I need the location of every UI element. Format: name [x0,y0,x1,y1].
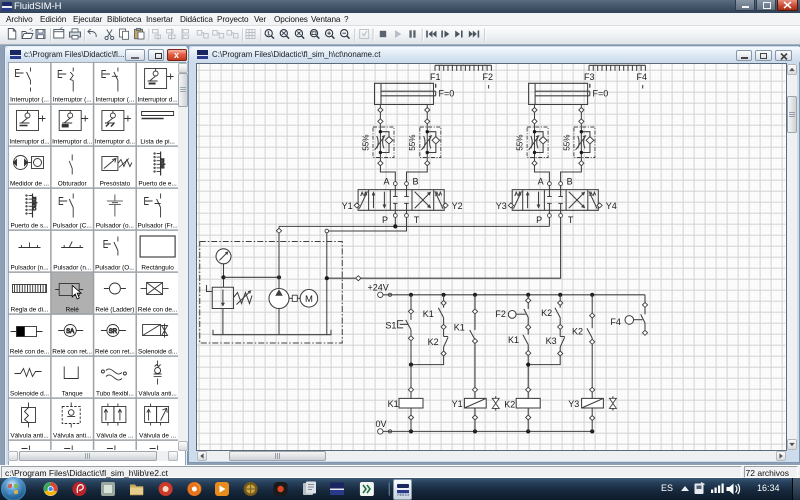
svg-text:F4: F4 [637,72,648,82]
svg-text:P: P [536,215,542,225]
svg-text:Output: Output [32,196,37,210]
svg-text:Relé con ret...: Relé con ret... [52,349,92,356]
svg-text:K2: K2 [541,308,552,318]
svg-text:F=0: F=0 [439,88,455,98]
svg-text:T: T [568,215,574,225]
svg-text:F2: F2 [495,309,506,319]
svg-text:Válvula de ...: Válvula de ... [96,433,133,440]
svg-text:Válvula anti...: Válvula anti... [138,391,177,398]
svg-text:F3: F3 [584,72,595,82]
svg-text:M: M [305,293,313,304]
svg-text:Y1: Y1 [342,200,353,210]
svg-text:K1: K1 [454,322,465,332]
svg-text:F2: F2 [483,72,494,82]
svg-text:55%: 55% [516,134,525,150]
svg-text:K2: K2 [504,399,515,409]
svg-text:Interruptor d...: Interruptor d... [95,139,135,146]
svg-text:Pulsador (Fr...: Pulsador (Fr... [138,223,178,230]
svg-text:Puerto de s...: Puerto de s... [10,223,48,230]
svg-text:Y3: Y3 [568,399,579,409]
svg-text:Tubo flexibl...: Tubo flexibl... [96,391,134,398]
svg-text:Pulsador (n...: Pulsador (n... [10,265,48,272]
svg-text:SR: SR [109,329,118,335]
svg-text:Relé (Ladder): Relé (Ladder) [95,307,134,314]
svg-text:K3: K3 [546,335,557,345]
svg-text:Medidor de ...: Medidor de ... [10,181,49,188]
svg-text:F1: F1 [430,72,441,82]
svg-text:Válvula anti...: Válvula anti... [10,433,49,440]
svg-text:A: A [384,176,390,186]
svg-text:K1: K1 [423,309,434,319]
svg-text:Interruptor (...: Interruptor (... [96,97,135,104]
svg-text:Relé con ret...: Relé con ret... [95,349,135,356]
svg-text:Interruptor d...: Interruptor d... [9,139,49,146]
svg-text:B: B [413,176,419,186]
svg-text:S1: S1 [385,320,396,330]
svg-text:Y2: Y2 [452,200,463,210]
svg-text:Pulsador (C...: Pulsador (C... [53,223,92,230]
svg-text:Y1: Y1 [452,399,463,409]
svg-text:Relé con de...: Relé con de... [10,349,50,356]
svg-text:F=0: F=0 [593,88,609,98]
svg-text:Solenoide d...: Solenoide d... [10,391,49,398]
svg-text:Rectángulo: Rectángulo [141,265,174,272]
svg-text:Pulsador (O...: Pulsador (O... [95,265,135,272]
svg-text:F4: F4 [610,317,621,327]
svg-text:T: T [414,215,420,225]
svg-text:Pulsador (n...: Pulsador (n... [53,265,91,272]
svg-text:B: B [567,176,573,186]
svg-text:SA: SA [66,329,74,335]
svg-text:Tanque: Tanque [62,391,83,398]
svg-text:Lista de pi...: Lista de pi... [140,139,175,146]
svg-text:Interruptor d...: Interruptor d... [138,97,178,104]
svg-text:Y4: Y4 [606,200,617,210]
svg-text:A: A [538,176,544,186]
svg-text:Obturador: Obturador [58,181,88,188]
svg-text:Válvula de ...: Válvula de ... [139,433,176,440]
svg-text:Pulsador (o...: Pulsador (o... [96,223,134,230]
svg-text:K1: K1 [508,335,519,345]
svg-text:Solenoide d...: Solenoide d... [138,349,177,356]
svg-text:Puerto de e...: Puerto de e... [138,181,177,188]
svg-text:Relé: Relé [66,307,80,314]
svg-text:Relé con de...: Relé con de... [138,307,178,314]
svg-text:0V: 0V [376,419,387,429]
svg-text:55%: 55% [562,134,571,150]
svg-text:Interruptor d...: Interruptor d... [52,139,92,146]
svg-text:55%: 55% [361,134,370,150]
svg-text:K1: K1 [388,399,399,409]
svg-text:+24V: +24V [368,282,389,292]
svg-text:K2: K2 [428,337,439,347]
svg-text:Input: Input [160,158,165,169]
svg-text:Interruptor (...: Interruptor (... [10,97,49,104]
svg-text:Y3: Y3 [496,200,507,210]
svg-text:Regla de di...: Regla de di... [11,307,49,314]
svg-text:55%: 55% [408,134,417,150]
svg-text:Válvula anti...: Válvula anti... [53,433,92,440]
svg-text:P: P [382,215,388,225]
svg-text:Interruptor (...: Interruptor (... [53,97,92,104]
svg-text:K2: K2 [572,326,583,336]
svg-text:Presóstato: Presóstato [100,181,131,188]
